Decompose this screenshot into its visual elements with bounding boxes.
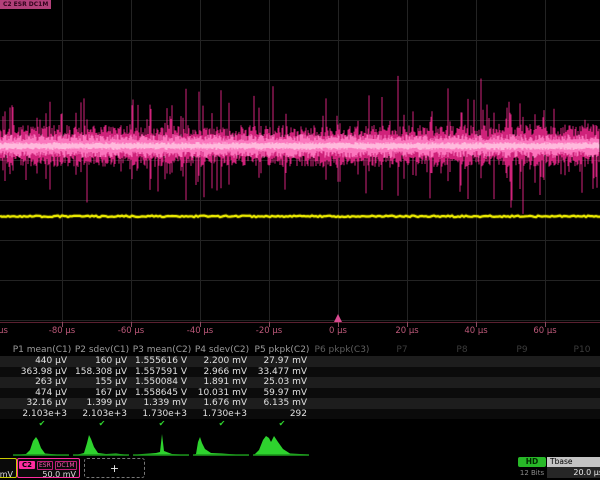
measure-value: 59.97 mV <box>252 388 312 399</box>
measure-value: 1.555616 V <box>132 356 192 367</box>
measure-row: 32.16 µV1.399 µV1.339 mV1.676 mV6.135 mV <box>0 398 600 409</box>
measure-value: 160 µV <box>72 356 132 367</box>
measure-histicon-3[interactable] <box>132 430 192 457</box>
measure-value: 33.477 mV <box>252 367 312 378</box>
time-axis-label: 20 µs <box>395 326 418 336</box>
measure-value: 167 µV <box>72 388 132 399</box>
measure-header-row: P1 mean(C1)P2 sdev(C1)P3 mean(C2)P4 sdev… <box>0 344 600 356</box>
measure-table: P1 mean(C1)P2 sdev(C1)P3 mean(C2)P4 sdev… <box>0 344 600 429</box>
measure-value: 1.558645 V <box>132 388 192 399</box>
measure-header-4[interactable]: P4 sdev(C2) <box>192 344 252 356</box>
measure-value: 1.730e+3 <box>132 409 192 420</box>
status-check-icon: ✔ <box>72 419 132 429</box>
status-check-icon: ✔ <box>252 419 312 429</box>
measure-value: 158.308 µV <box>72 367 132 378</box>
measure-header-7[interactable]: P7 <box>372 344 432 356</box>
measure-value: 2.966 mV <box>192 367 252 378</box>
measure-row: 474 µV167 µV1.558645 V10.031 mV59.97 mV <box>0 388 600 399</box>
measure-value: 1.557591 V <box>132 367 192 378</box>
timebase-descriptor[interactable]: Tbase 20.0 µs <box>547 457 600 479</box>
status-check-icon: ✔ <box>132 419 192 429</box>
measure-header-2[interactable]: P2 sdev(C1) <box>72 344 132 356</box>
measure-value: 1.399 µV <box>72 398 132 409</box>
c2-tab[interactable]: C2 <box>19 461 35 469</box>
measure-value: 1.550084 V <box>132 377 192 388</box>
measure-value: 1.339 mV <box>132 398 192 409</box>
measure-header-1[interactable]: P1 mean(C1) <box>12 344 72 356</box>
waveform-grid[interactable]: C2 ESR DC1M -100 µs -80 µs -60 µs -40 µs -20… <box>0 0 600 342</box>
time-axis-label: 0 µs <box>329 326 347 336</box>
measure-value: 27.97 mV <box>252 356 312 367</box>
time-axis-label: -60 µs <box>118 326 144 336</box>
time-axis-label: -100 µs <box>0 326 8 336</box>
measure-histicon-5[interactable] <box>252 430 312 457</box>
hd-mode-badge[interactable]: HD <box>518 457 546 467</box>
channel-c2-descriptor[interactable]: C2 ESR DC1M 50.0 mV <box>17 458 80 478</box>
c2-esr-badge: ESR <box>37 461 53 470</box>
c2-coupling-badge: DC1M <box>55 461 77 470</box>
timebase-value: 20.0 µs <box>547 467 600 478</box>
measure-value: 10.031 mV <box>192 388 252 399</box>
measure-header-3[interactable]: P3 mean(C2) <box>132 344 192 356</box>
time-axis-label: -80 µs <box>49 326 75 336</box>
measure-value: 263 µV <box>12 377 72 388</box>
measure-value: 1.891 mV <box>192 377 252 388</box>
measure-row: 263 µV155 µV1.550084 V1.891 mV25.03 mV <box>0 377 600 388</box>
measure-value: 32.16 µV <box>12 398 72 409</box>
measure-value: 2.103e+3 <box>12 409 72 420</box>
histicon-row <box>0 430 600 457</box>
measure-value: 155 µV <box>72 377 132 388</box>
time-axis-label: 60 µs <box>533 326 556 336</box>
waveform-canvas <box>0 0 600 342</box>
status-check-icon: ✔ <box>12 419 72 429</box>
measure-header-8[interactable]: P8 <box>432 344 492 356</box>
measure-value: 2.200 mV <box>192 356 252 367</box>
measure-header-6[interactable]: P6 pkpk(C3) <box>312 344 372 356</box>
active-trace-badge: C2 ESR DC1M <box>0 0 51 9</box>
measure-row: 363.98 µV158.308 µV1.557591 V2.966 mV33.… <box>0 367 600 378</box>
c2-scale-value: 50.0 mV <box>18 470 79 479</box>
time-axis-label: -20 µs <box>256 326 282 336</box>
measure-value: 440 µV <box>12 356 72 367</box>
measure-row: 2.103e+32.103e+31.730e+31.730e+3292 <box>0 409 600 420</box>
measure-header-10[interactable]: P10 <box>552 344 600 356</box>
c1-scale-value: 10.0 mV <box>0 470 16 479</box>
measure-value: 25.03 mV <box>252 377 312 388</box>
measure-value: 1.730e+3 <box>192 409 252 420</box>
oscilloscope-screen: C2 ESR DC1M -100 µs -80 µs -60 µs -40 µs -20… <box>0 0 600 480</box>
measure-histicon-2[interactable] <box>72 430 132 457</box>
measure-header-5[interactable]: P5 pkpk(C2) <box>252 344 312 356</box>
add-trace-button[interactable]: + <box>84 458 145 478</box>
measure-value: 363.98 µV <box>12 367 72 378</box>
bottom-bar: C1 DC1M 10.0 mV C2 ESR DC1M 50.0 mV + HD… <box>0 457 600 480</box>
measure-value: 2.103e+3 <box>72 409 132 420</box>
measure-value: 474 µV <box>12 388 72 399</box>
time-axis-label: 40 µs <box>464 326 487 336</box>
measure-value: 292 <box>252 409 312 420</box>
measure-status-row: ✔✔✔✔✔ <box>0 419 600 429</box>
measure-header-9[interactable]: P9 <box>492 344 552 356</box>
measure-value: 1.676 mV <box>192 398 252 409</box>
channel-c1-descriptor[interactable]: C1 DC1M 10.0 mV <box>0 458 17 478</box>
measure-histicon-1[interactable] <box>12 430 72 457</box>
status-check-icon: ✔ <box>192 419 252 429</box>
measure-value: 6.135 mV <box>252 398 312 409</box>
measure-row: 440 µV160 µV1.555616 V2.200 mV27.97 mV <box>0 356 600 367</box>
measure-histicon-4[interactable] <box>192 430 252 457</box>
timebase-label: Tbase <box>547 457 600 467</box>
time-axis-label: -40 µs <box>187 326 213 336</box>
